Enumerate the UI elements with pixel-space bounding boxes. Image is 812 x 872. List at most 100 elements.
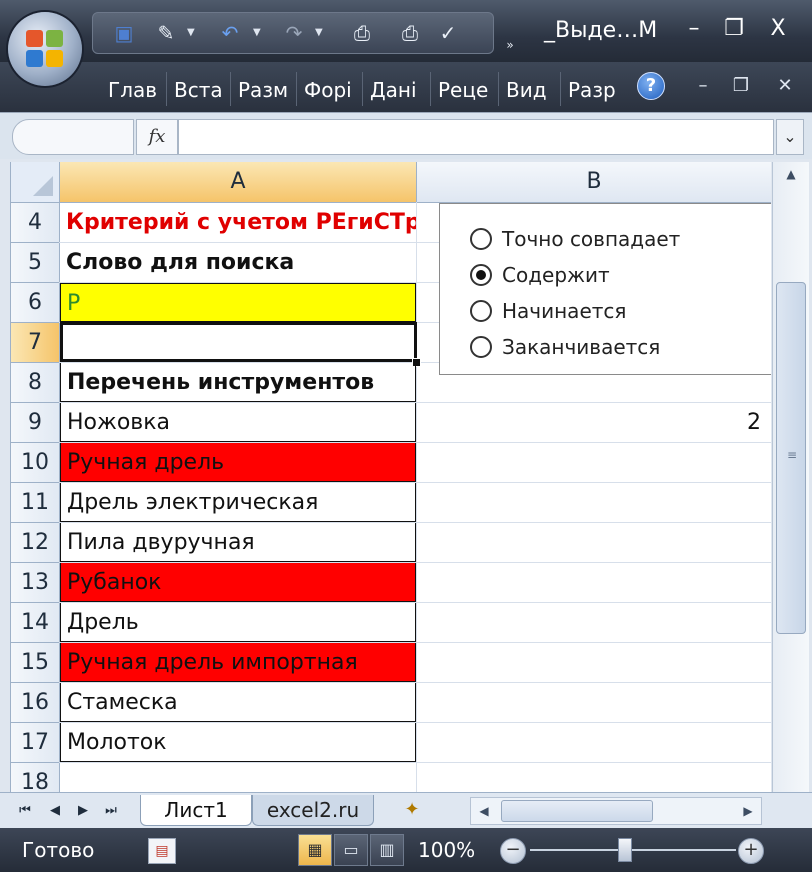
radio-button-icon[interactable] — [470, 300, 492, 322]
format-painter-icon[interactable]: ✎ — [153, 21, 179, 45]
cell-a16[interactable]: Стамеска — [60, 683, 416, 722]
row-header[interactable]: 15 — [11, 643, 60, 683]
redo-icon[interactable]: ↷ — [281, 21, 307, 45]
scroll-thumb[interactable]: ≡ — [776, 282, 806, 634]
row-header[interactable]: 18 — [11, 763, 60, 792]
chevron-down-icon[interactable]: ▼ — [187, 27, 195, 38]
ribbon-restore-icon[interactable]: ❐ — [728, 74, 754, 98]
cell-a12[interactable]: Пила двуручная — [60, 523, 416, 562]
row-header[interactable]: 17 — [11, 723, 60, 763]
chevron-down-icon[interactable]: ▼ — [315, 27, 323, 38]
tab-separator — [430, 72, 431, 106]
chevron-down-icon[interactable]: ▼ — [253, 27, 261, 38]
undo-icon[interactable]: ↶ — [217, 21, 243, 45]
cell-a5[interactable]: Слово для поиска — [60, 243, 416, 282]
row-header[interactable]: 12 — [11, 523, 60, 563]
sheet-tab-excel2[interactable]: excel2.ru — [252, 795, 374, 826]
prev-sheet-icon[interactable]: ◀ — [44, 799, 66, 823]
tab-page-layout[interactable]: Разм — [234, 74, 300, 106]
zoom-slider-thumb[interactable] — [618, 838, 632, 862]
normal-view-button[interactable]: ▦ — [298, 834, 332, 866]
page-break-view-button[interactable]: ▥ — [370, 834, 404, 866]
insert-function-button[interactable]: fx — [136, 119, 178, 155]
tab-insert[interactable]: Вста — [170, 74, 234, 106]
row-header[interactable]: 11 — [11, 483, 60, 523]
row-header[interactable]: 14 — [11, 603, 60, 643]
restore-button[interactable]: ❐ — [716, 14, 752, 44]
cell-a11[interactable]: Дрель электрическая — [60, 483, 416, 522]
window-title: _Выде…М — [544, 18, 658, 43]
minimize-button[interactable]: – — [676, 14, 712, 44]
row-header[interactable]: 16 — [11, 683, 60, 723]
cell-a4[interactable]: Критерий с учетом РЕгиСТра — [60, 203, 416, 242]
tab-review[interactable]: Реце — [434, 74, 502, 106]
tab-home[interactable]: Глав — [104, 74, 170, 106]
tab-separator — [560, 72, 561, 106]
print-preview-icon[interactable]: ⎙ — [397, 21, 423, 45]
cell-a6[interactable]: Р — [60, 283, 416, 322]
select-all-corner[interactable] — [11, 162, 60, 203]
name-box[interactable] — [12, 119, 134, 155]
row-header[interactable]: 4 — [11, 203, 60, 243]
zoom-slider-track[interactable] — [530, 849, 736, 851]
close-button[interactable]: X — [760, 14, 796, 44]
tab-developer[interactable]: Разр — [564, 74, 632, 106]
cell-a14[interactable]: Дрель — [60, 603, 416, 642]
zoom-out-button[interactable]: − — [500, 838, 526, 864]
office-logo-icon — [26, 30, 64, 68]
match-mode-radio-group: Точно совпадает Содержит Начинается Зака… — [439, 203, 771, 375]
radio-button-icon[interactable] — [470, 336, 492, 358]
spellcheck-icon[interactable]: ✓ — [435, 21, 461, 45]
tab-data[interactable]: Дані — [366, 74, 432, 106]
horizontal-scrollbar[interactable]: ◀ ▶ — [470, 797, 762, 825]
sheet-tab-list1[interactable]: Лист1 — [140, 795, 252, 826]
zoom-level[interactable]: 100% — [418, 836, 475, 864]
row-header[interactable]: 8 — [11, 363, 60, 403]
office-button[interactable] — [8, 12, 82, 86]
active-cell-a7[interactable] — [60, 322, 417, 362]
next-sheet-icon[interactable]: ▶ — [72, 799, 94, 823]
quick-access-toolbar: ▣ ✎ ▼ ↶ ▼ ↷ ▼ ⎙ ⎙ ✓ » — [92, 12, 514, 54]
column-header-a[interactable]: A — [60, 162, 417, 203]
macro-record-icon[interactable]: ▤ — [148, 838, 176, 864]
radio-button-selected-icon[interactable] — [470, 264, 492, 286]
hscroll-thumb[interactable] — [501, 800, 653, 822]
row-header[interactable]: 9 — [11, 403, 60, 443]
scroll-right-icon[interactable]: ▶ — [735, 798, 761, 824]
scroll-up-icon[interactable]: ▲ — [773, 162, 809, 186]
cell-a8[interactable]: Перечень инструментов — [60, 363, 416, 402]
ribbon-close-icon[interactable]: ✕ — [772, 74, 798, 98]
cell-a9[interactable]: Ножовка — [60, 403, 416, 442]
expand-formula-bar-icon[interactable]: ⌄ — [776, 119, 804, 155]
row-header[interactable]: 13 — [11, 563, 60, 603]
row-header[interactable]: 6 — [11, 283, 60, 323]
radio-button-icon[interactable] — [470, 228, 492, 250]
cell-a10[interactable]: Ручная дрель — [60, 443, 416, 482]
page-layout-view-button[interactable]: ▭ — [334, 834, 368, 866]
worksheet-grid[interactable]: A B 4 5 6 7 8 9 10 11 12 13 14 15 16 17 … — [10, 162, 771, 792]
ribbon-minimize-icon[interactable]: – — [690, 74, 716, 98]
cell-a15[interactable]: Ручная дрель импортная — [60, 643, 416, 682]
scroll-left-icon[interactable]: ◀ — [471, 798, 497, 824]
cell-a17[interactable]: Молоток — [60, 723, 416, 762]
save-icon[interactable]: ▣ — [111, 21, 137, 45]
more-icon[interactable]: » — [497, 33, 523, 57]
last-sheet-icon[interactable]: ⏭ — [100, 799, 122, 823]
help-icon[interactable]: ? — [637, 72, 665, 100]
first-sheet-icon[interactable]: ⏮ — [14, 799, 36, 823]
vertical-scrollbar[interactable]: ▲ ≡ — [772, 162, 809, 792]
cell-b9[interactable]: 2 — [417, 403, 765, 442]
tab-formulas[interactable]: Форі — [300, 74, 366, 106]
row-header[interactable]: 5 — [11, 243, 60, 283]
row-header[interactable]: 7 — [11, 323, 60, 363]
formula-input[interactable] — [178, 119, 774, 155]
tab-view[interactable]: Вид — [502, 74, 564, 106]
cell-a13[interactable]: Рубанок — [60, 563, 416, 602]
print-icon[interactable]: ⎙ — [349, 21, 375, 45]
column-header-b[interactable]: B — [417, 162, 771, 203]
zoom-in-button[interactable]: + — [738, 838, 764, 864]
gridline — [59, 762, 771, 763]
tab-separator — [296, 72, 297, 106]
insert-sheet-icon[interactable]: ✦ — [392, 797, 432, 823]
row-header[interactable]: 10 — [11, 443, 60, 483]
